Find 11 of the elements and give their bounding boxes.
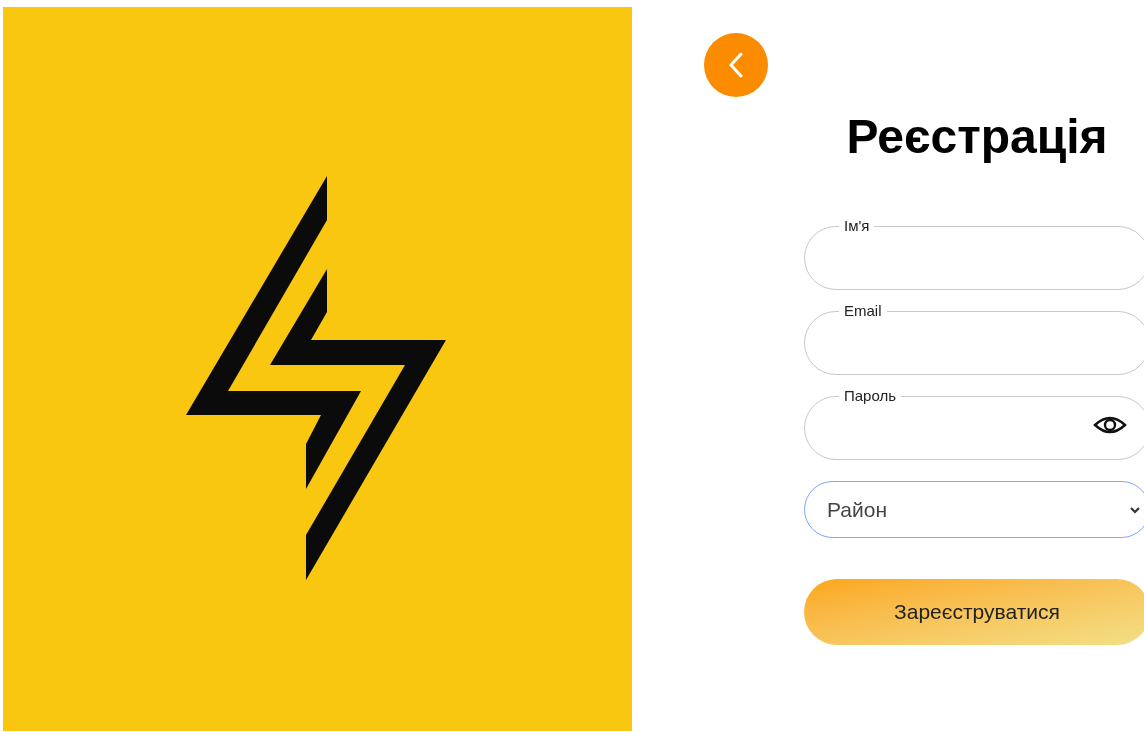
eye-icon[interactable] (1093, 414, 1127, 436)
input-field[interactable]: Email (804, 302, 1144, 375)
district-select[interactable]: Район (804, 481, 1144, 538)
page-title: Реєстрація (846, 109, 1108, 165)
field-label: Пароль (843, 387, 898, 405)
chevron-left-icon (728, 52, 744, 78)
field-label: Email (843, 302, 883, 320)
chevron-down-icon (1129, 505, 1141, 514)
field-label: Ім'я (843, 217, 871, 235)
select-value: Район (827, 496, 887, 523)
register-button[interactable]: Зареєструватися (804, 579, 1144, 645)
